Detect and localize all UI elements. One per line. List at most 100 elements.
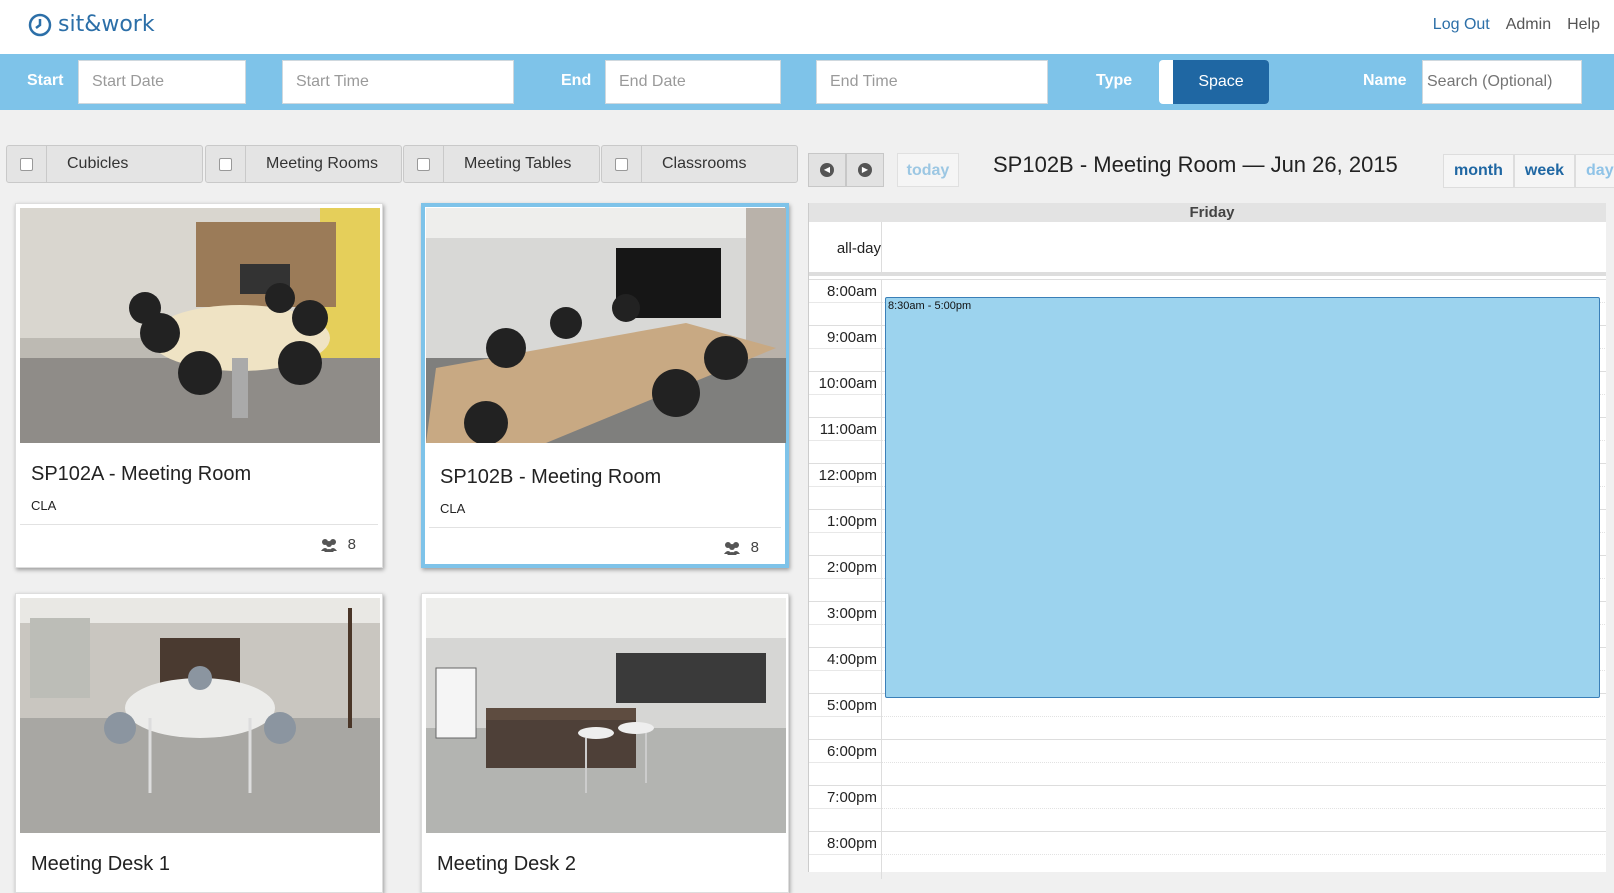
name-search-input[interactable]	[1422, 60, 1582, 104]
time-label: 2:00pm	[826, 559, 877, 576]
prev-button[interactable]: ◀	[808, 153, 846, 187]
hour-line	[809, 785, 1614, 786]
half-line	[809, 762, 881, 763]
card-title: Meeting Desk 1	[31, 853, 170, 875]
capacity-count: 8	[750, 539, 759, 556]
admin-link[interactable]: Admin	[1506, 16, 1551, 34]
time-label: 8:00am	[826, 283, 877, 300]
half-line	[809, 532, 881, 533]
calendar-body: Friday all-day 8:00am 9:00am 10:00am 11:00a…	[808, 203, 1614, 879]
room-photo	[426, 598, 786, 833]
room-photo	[20, 208, 380, 443]
room-photo	[426, 208, 786, 443]
start-label: Start	[27, 72, 64, 89]
next-button[interactable]: ▶	[846, 153, 884, 187]
half-line	[809, 670, 881, 671]
half-line	[809, 486, 881, 487]
space-card-selected[interactable]: SP102B - Meeting Room CLA 8	[421, 203, 789, 568]
type-space-option[interactable]: Space	[1173, 60, 1269, 104]
clock-icon	[28, 13, 52, 36]
card-subtitle: CLA	[440, 501, 466, 516]
month-view-button[interactable]: month	[1443, 154, 1514, 188]
day-view-button[interactable]: day	[1575, 154, 1614, 188]
space-card[interactable]: Meeting Desk 2	[421, 593, 789, 893]
half-hour-line	[881, 808, 1614, 809]
category-cubicles[interactable]: Cubicles	[6, 145, 203, 183]
checkbox[interactable]	[404, 146, 444, 182]
capacity: 8	[723, 539, 759, 556]
top-bar: sit&work Log Out Admin Help	[0, 0, 1614, 54]
half-line	[809, 808, 881, 809]
today-button[interactable]: today	[897, 153, 959, 187]
end-date-input[interactable]	[605, 60, 781, 104]
divider	[429, 527, 781, 528]
time-label: 12:00pm	[818, 467, 877, 484]
half-line	[809, 716, 881, 717]
event-time: 8:30am - 5:00pm	[888, 300, 972, 312]
calendar-title: SP102B - Meeting Room — Jun 26, 2015	[993, 152, 1398, 177]
time-label: 6:00pm	[826, 743, 877, 760]
divider	[20, 524, 378, 525]
logo-text: sit&work	[58, 12, 155, 37]
time-label: 11:00am	[819, 421, 877, 438]
time-label: 1:00pm	[826, 513, 877, 530]
time-slot[interactable]: 5:00pm	[809, 693, 1614, 740]
week-view-button[interactable]: week	[1513, 154, 1576, 188]
all-day-label: all-day	[836, 240, 881, 257]
type-toggle[interactable]: Space	[1159, 60, 1269, 104]
half-line	[809, 440, 881, 441]
type-label: Type	[1096, 72, 1133, 89]
half-hour-line	[881, 716, 1614, 717]
start-time-input[interactable]	[282, 60, 514, 104]
top-links: Log Out Admin Help	[1433, 16, 1600, 34]
all-day-row[interactable]: all-day	[809, 222, 1614, 276]
half-line	[809, 348, 881, 349]
hour-line	[809, 831, 1614, 832]
category-meeting-tables[interactable]: Meeting Tables	[403, 145, 600, 183]
end-time-input[interactable]	[816, 60, 1048, 104]
checkbox[interactable]	[602, 146, 642, 182]
chevron-left-icon: ◀	[820, 163, 834, 177]
time-label: 8:00pm	[826, 835, 877, 852]
space-card[interactable]: Meeting Desk 1	[15, 593, 383, 893]
time-label: 4:00pm	[826, 651, 877, 668]
time-slot[interactable]: 6:00pm	[809, 739, 1614, 786]
help-link[interactable]: Help	[1567, 16, 1600, 34]
users-icon	[320, 538, 337, 552]
column-divider	[881, 222, 882, 276]
end-label: End	[561, 72, 592, 89]
card-subtitle: CLA	[31, 498, 57, 513]
card-title: SP102A - Meeting Room	[31, 463, 252, 485]
time-label: 10:00am	[818, 375, 877, 392]
logo[interactable]: sit&work	[28, 12, 155, 37]
room-photo	[20, 598, 380, 833]
calendar-event[interactable]: 8:30am - 5:00pm	[885, 297, 1600, 698]
logout-link[interactable]: Log Out	[1433, 16, 1490, 34]
time-slot[interactable]: 8:00pm	[809, 831, 1614, 878]
card-title: Meeting Desk 2	[437, 853, 576, 875]
half-line	[809, 578, 881, 579]
day-header: Friday	[809, 203, 1614, 222]
chevron-right-icon: ▶	[858, 163, 872, 177]
category-meeting-rooms[interactable]: Meeting Rooms	[205, 145, 402, 183]
checkbox[interactable]	[7, 146, 47, 182]
scroll-edge	[1606, 203, 1614, 872]
card-title: SP102B - Meeting Room	[440, 466, 662, 488]
capacity-count: 8	[347, 536, 356, 553]
category-label: Classrooms	[662, 155, 747, 172]
users-icon	[723, 541, 740, 555]
start-date-input[interactable]	[78, 60, 246, 104]
name-label: Name	[1363, 72, 1407, 89]
column-divider	[881, 279, 882, 879]
time-slot[interactable]: 7:00pm	[809, 785, 1614, 832]
half-line	[809, 302, 881, 303]
capacity: 8	[320, 536, 356, 553]
category-classrooms[interactable]: Classrooms	[601, 145, 798, 183]
half-hour-line	[881, 762, 1614, 763]
time-label: 7:00pm	[826, 789, 877, 806]
view-buttons: month week day	[1443, 154, 1614, 188]
calendar-nav: ◀ ▶	[808, 153, 884, 187]
checkbox[interactable]	[206, 146, 246, 182]
hour-line	[809, 279, 1614, 280]
space-card[interactable]: SP102A - Meeting Room CLA 8	[15, 203, 383, 568]
